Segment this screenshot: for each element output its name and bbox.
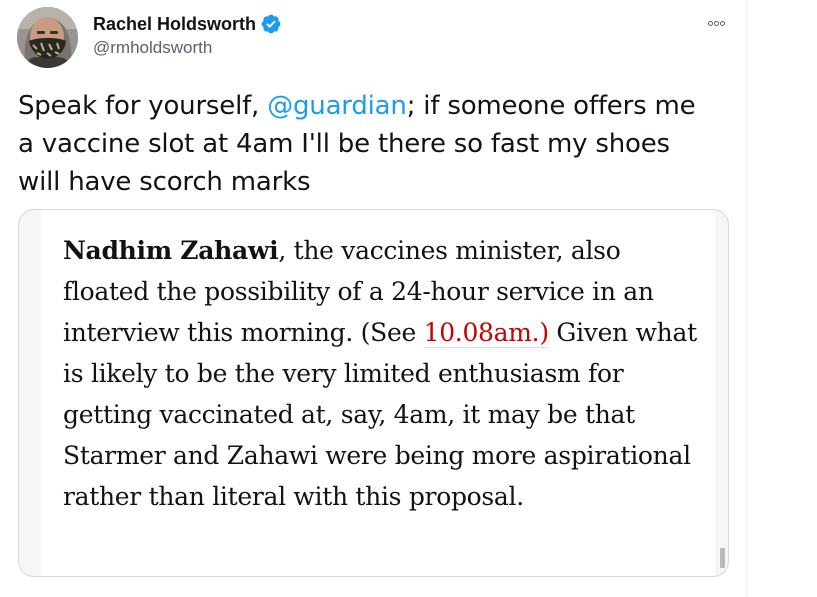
verified-badge-icon — [261, 14, 281, 34]
article-time-link: 10.08am.) — [423, 318, 549, 348]
article-name-bold: Nadhim Zahawi — [63, 236, 279, 265]
media-card[interactable]: Nadhim Zahawi, the vaccines minister, al… — [18, 209, 729, 577]
mention-link[interactable]: @guardian — [267, 91, 407, 121]
author-handle[interactable]: @rmholdsworth — [93, 38, 212, 58]
column-divider — [746, 0, 747, 597]
more-options-button[interactable] — [698, 10, 734, 36]
author-name-row: Rachel Holdsworth — [93, 13, 282, 35]
tweet-text: Speak for yourself, @guardian; if someon… — [18, 87, 718, 201]
more-options-icon — [707, 20, 725, 26]
article-screenshot: Nadhim Zahawi, the vaccines minister, al… — [41, 210, 715, 576]
author-display-name[interactable]: Rachel Holdsworth — [93, 14, 256, 35]
article-text: Nadhim Zahawi, the vaccines minister, al… — [63, 230, 703, 517]
tweet: Rachel Holdsworth @rmholdsworth Speak fo… — [0, 0, 746, 597]
article-scrollbar-thumb — [720, 548, 725, 568]
avatar-photo — [17, 7, 78, 68]
avatar[interactable] — [17, 7, 78, 68]
tweet-text-start: Speak for yourself, — [18, 91, 268, 121]
